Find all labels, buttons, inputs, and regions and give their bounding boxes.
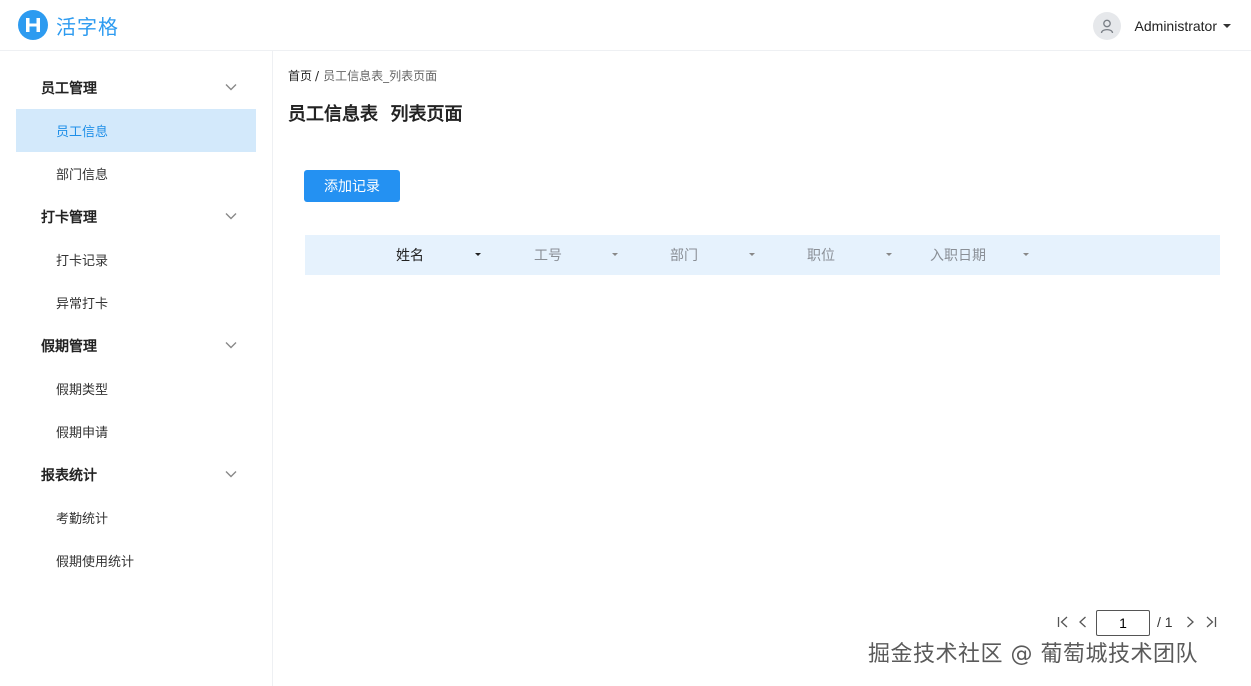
column-header-employee-id[interactable]: 工号	[534, 235, 624, 275]
breadcrumb-current: 员工信息表_列表页面	[323, 69, 438, 83]
sidebar-item-label: 员工信息	[56, 125, 109, 140]
sidebar-group-employee[interactable]: 员工管理	[16, 66, 256, 109]
sidebar-item-label: 考勤统计	[56, 512, 109, 527]
first-page-icon[interactable]	[1056, 615, 1070, 629]
sort-caret-icon[interactable]	[886, 253, 892, 256]
breadcrumb: 首页 / 员工信息表_列表页面	[288, 67, 437, 84]
app-logo[interactable]: 活字格	[18, 10, 119, 40]
sidebar-group-leave[interactable]: 假期管理	[16, 324, 256, 367]
chevron-down-icon	[225, 342, 237, 349]
sort-caret-icon[interactable]	[749, 253, 755, 256]
breadcrumb-home-link[interactable]: 首页	[288, 69, 312, 83]
last-page-icon[interactable]	[1204, 615, 1218, 629]
top-header: 活字格 Administrator	[0, 0, 1251, 51]
page-number-input[interactable]	[1096, 610, 1150, 636]
page-total: / 1	[1157, 614, 1173, 630]
sidebar-item-label: 假期申请	[56, 426, 109, 441]
sidebar-group-clock[interactable]: 打卡管理	[16, 195, 256, 238]
sidebar-item-leave-types[interactable]: 假期类型	[16, 367, 256, 410]
sort-caret-icon[interactable]	[612, 253, 618, 256]
column-label: 工号	[534, 248, 562, 264]
sidebar-item-label: 假期使用统计	[56, 555, 135, 570]
sidebar-group-label: 报表统计	[41, 467, 97, 484]
sidebar-item-department-info[interactable]: 部门信息	[16, 152, 256, 195]
sort-caret-icon[interactable]	[475, 253, 481, 256]
column-label: 姓名	[396, 248, 424, 264]
app-name: 活字格	[56, 14, 119, 39]
sidebar: 员工管理 员工信息 部门信息 打卡管理 打卡记录 异常打卡 假期管理 假期类型 …	[0, 51, 273, 686]
sidebar-group-reports[interactable]: 报表统计	[16, 453, 256, 496]
pagination: / 1	[1054, 610, 1224, 636]
sidebar-group-label: 假期管理	[41, 338, 97, 355]
logo-icon	[18, 10, 48, 40]
sidebar-item-leave-requests[interactable]: 假期申请	[16, 410, 256, 453]
sort-caret-icon[interactable]	[1023, 253, 1029, 256]
breadcrumb-separator: /	[315, 69, 320, 83]
column-header-hire-date[interactable]: 入职日期	[930, 235, 1040, 275]
sidebar-item-label: 打卡记录	[56, 254, 109, 269]
sidebar-item-label: 异常打卡	[56, 297, 109, 312]
chevron-down-icon	[225, 213, 237, 220]
chevron-down-icon	[225, 84, 237, 91]
sidebar-item-clock-records[interactable]: 打卡记录	[16, 238, 256, 281]
user-menu[interactable]: Administrator	[1092, 11, 1231, 41]
page-title: 员工信息表 列表页面	[288, 104, 463, 125]
user-name: Administrator	[1134, 18, 1217, 34]
sidebar-item-leave-usage-stats[interactable]: 假期使用统计	[16, 539, 256, 582]
column-label: 部门	[670, 248, 698, 264]
add-record-button[interactable]: 添加记录	[304, 170, 400, 202]
column-label: 入职日期	[930, 248, 986, 264]
caret-down-icon	[1223, 24, 1231, 28]
column-header-name[interactable]: 姓名	[396, 235, 486, 275]
chevron-down-icon	[225, 471, 237, 478]
sidebar-group-label: 打卡管理	[41, 209, 97, 226]
next-page-icon[interactable]	[1183, 615, 1197, 629]
column-label: 职位	[807, 248, 835, 264]
sidebar-item-label: 假期类型	[56, 383, 109, 398]
prev-page-icon[interactable]	[1076, 615, 1090, 629]
sidebar-group-label: 员工管理	[41, 80, 97, 97]
sidebar-item-abnormal-clock[interactable]: 异常打卡	[16, 281, 256, 324]
column-header-position[interactable]: 职位	[807, 235, 897, 275]
sidebar-item-employee-info[interactable]: 员工信息	[16, 109, 256, 152]
column-header-department[interactable]: 部门	[670, 235, 760, 275]
user-avatar-icon	[1092, 12, 1121, 40]
watermark: 掘金技术社区 @ 葡萄城技术团队	[868, 642, 1198, 667]
sidebar-item-label: 部门信息	[56, 168, 109, 183]
table-header: 姓名 工号 部门 职位 入职日期	[305, 235, 1220, 275]
sidebar-item-attendance-stats[interactable]: 考勤统计	[16, 496, 256, 539]
